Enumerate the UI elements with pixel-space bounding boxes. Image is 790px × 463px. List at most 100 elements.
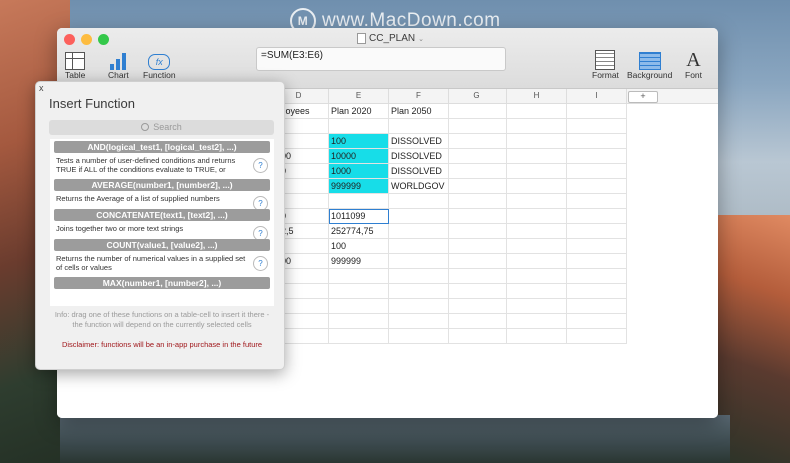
cell-e-11[interactable]: 999999 bbox=[329, 254, 389, 269]
cell-h-10[interactable] bbox=[507, 239, 567, 254]
cell-f-8[interactable] bbox=[389, 209, 449, 224]
cell-e-16[interactable] bbox=[329, 329, 389, 344]
cell-g-9[interactable] bbox=[447, 224, 507, 239]
help-icon[interactable]: ? bbox=[253, 158, 268, 173]
cell-g-10[interactable] bbox=[447, 239, 507, 254]
cell-g-11[interactable] bbox=[447, 254, 507, 269]
function-name[interactable]: AND(logical_test1, [logical_test2], ...) bbox=[54, 141, 270, 153]
cell-h-11[interactable] bbox=[507, 254, 567, 269]
function-item[interactable]: AND(logical_test1, [logical_test2], ...)… bbox=[54, 141, 270, 177]
cell-e-15[interactable] bbox=[329, 314, 389, 329]
cell-f-4[interactable]: DISSOLVED bbox=[389, 149, 449, 164]
cell-i-7[interactable] bbox=[567, 194, 627, 209]
cell-h-16[interactable] bbox=[507, 329, 567, 344]
cell-h-13[interactable] bbox=[507, 284, 567, 299]
cell-f-13[interactable] bbox=[389, 284, 449, 299]
cell-g-1[interactable] bbox=[447, 104, 507, 119]
background-button[interactable]: Background bbox=[627, 48, 672, 80]
cell-e-6[interactable]: 999999 bbox=[329, 179, 389, 194]
cell-i-12[interactable] bbox=[567, 269, 627, 284]
cell-f-6[interactable]: WORLDGOV bbox=[389, 179, 449, 194]
column-header-g[interactable]: G bbox=[447, 89, 507, 103]
add-column-button[interactable]: + bbox=[628, 91, 658, 103]
formula-input[interactable]: =SUM(E3:E6) bbox=[256, 47, 506, 71]
cell-g-3[interactable] bbox=[447, 134, 507, 149]
cell-g-4[interactable] bbox=[447, 149, 507, 164]
column-header-f[interactable]: F bbox=[389, 89, 449, 103]
cell-e-3[interactable]: 100 bbox=[329, 134, 389, 149]
fullscreen-window-button[interactable] bbox=[98, 34, 109, 45]
cell-e-12[interactable] bbox=[329, 269, 389, 284]
cell-g-6[interactable] bbox=[447, 179, 507, 194]
format-button[interactable]: Format bbox=[592, 48, 619, 80]
cell-f-5[interactable]: DISSOLVED bbox=[389, 164, 449, 179]
cell-g-13[interactable] bbox=[447, 284, 507, 299]
close-window-button[interactable] bbox=[64, 34, 75, 45]
cell-i-9[interactable] bbox=[567, 224, 627, 239]
help-icon[interactable]: ? bbox=[253, 256, 268, 271]
function-item[interactable]: COUNT(value1, [value2], ...) Returns the … bbox=[54, 239, 270, 275]
cell-f-3[interactable]: DISSOLVED bbox=[389, 134, 449, 149]
cell-h-5[interactable] bbox=[507, 164, 567, 179]
cell-e-2[interactable] bbox=[329, 119, 389, 134]
cell-i-14[interactable] bbox=[567, 299, 627, 314]
cell-i-10[interactable] bbox=[567, 239, 627, 254]
cell-i-2[interactable] bbox=[567, 119, 627, 134]
column-header-e[interactable]: E bbox=[329, 89, 389, 103]
function-search-input[interactable]: Search bbox=[49, 120, 274, 135]
cell-e-7[interactable] bbox=[329, 194, 389, 209]
cell-g-8[interactable] bbox=[447, 209, 507, 224]
cell-i-16[interactable] bbox=[567, 329, 627, 344]
cell-i-3[interactable] bbox=[567, 134, 627, 149]
function-button[interactable]: fx Function bbox=[143, 48, 176, 80]
cell-i-8[interactable] bbox=[567, 209, 627, 224]
cell-e-13[interactable] bbox=[329, 284, 389, 299]
close-panel-button[interactable]: x bbox=[39, 83, 44, 93]
table-button[interactable]: Table bbox=[65, 48, 85, 80]
function-list[interactable]: AND(logical_test1, [logical_test2], ...)… bbox=[50, 139, 274, 306]
cell-i-5[interactable] bbox=[567, 164, 627, 179]
cell-h-9[interactable] bbox=[507, 224, 567, 239]
cell-h-6[interactable] bbox=[507, 179, 567, 194]
function-name[interactable]: MAX(number1, [number2], ...) bbox=[54, 277, 270, 289]
window-title[interactable]: CC_PLAN ⌄ bbox=[357, 33, 424, 44]
column-header-h[interactable]: H bbox=[507, 89, 567, 103]
cell-g-16[interactable] bbox=[447, 329, 507, 344]
cell-f-9[interactable] bbox=[389, 224, 449, 239]
cell-g-5[interactable] bbox=[447, 164, 507, 179]
cell-h-15[interactable] bbox=[507, 314, 567, 329]
cell-i-1[interactable] bbox=[567, 104, 627, 119]
font-button[interactable]: A Font bbox=[685, 48, 702, 80]
cell-f-15[interactable] bbox=[389, 314, 449, 329]
cell-f-2[interactable] bbox=[389, 119, 449, 134]
cell-h-4[interactable] bbox=[507, 149, 567, 164]
cell-i-4[interactable] bbox=[567, 149, 627, 164]
cell-h-12[interactable] bbox=[507, 269, 567, 284]
cell-h-7[interactable] bbox=[507, 194, 567, 209]
cell-h-2[interactable] bbox=[507, 119, 567, 134]
cell-e-4[interactable]: 10000 bbox=[329, 149, 389, 164]
cell-e-10[interactable]: 100 bbox=[329, 239, 389, 254]
function-name[interactable]: COUNT(value1, [value2], ...) bbox=[54, 239, 270, 251]
cell-e-8[interactable]: 1011099 bbox=[329, 209, 389, 224]
cell-g-7[interactable] bbox=[447, 194, 507, 209]
cell-i-15[interactable] bbox=[567, 314, 627, 329]
cell-f-12[interactable] bbox=[389, 269, 449, 284]
minimize-window-button[interactable] bbox=[81, 34, 92, 45]
chart-button[interactable]: Chart bbox=[108, 48, 129, 80]
cell-g-14[interactable] bbox=[447, 299, 507, 314]
function-name[interactable]: CONCATENATE(text1, [text2], ...) bbox=[54, 209, 270, 221]
cell-h-3[interactable] bbox=[507, 134, 567, 149]
cell-h-1[interactable] bbox=[507, 104, 567, 119]
cell-e-14[interactable] bbox=[329, 299, 389, 314]
cell-g-15[interactable] bbox=[447, 314, 507, 329]
cell-h-8[interactable] bbox=[507, 209, 567, 224]
cell-e-9[interactable]: 252774,75 bbox=[329, 224, 389, 239]
function-name[interactable]: AVERAGE(number1, [number2], ...) bbox=[54, 179, 270, 191]
cell-i-11[interactable] bbox=[567, 254, 627, 269]
function-item[interactable]: MAX(number1, [number2], ...) bbox=[54, 277, 270, 289]
cell-e-5[interactable]: 1000 bbox=[329, 164, 389, 179]
cell-h-14[interactable] bbox=[507, 299, 567, 314]
function-item[interactable]: CONCATENATE(text1, [text2], ...) Joins to… bbox=[54, 209, 270, 241]
cell-g-2[interactable] bbox=[447, 119, 507, 134]
